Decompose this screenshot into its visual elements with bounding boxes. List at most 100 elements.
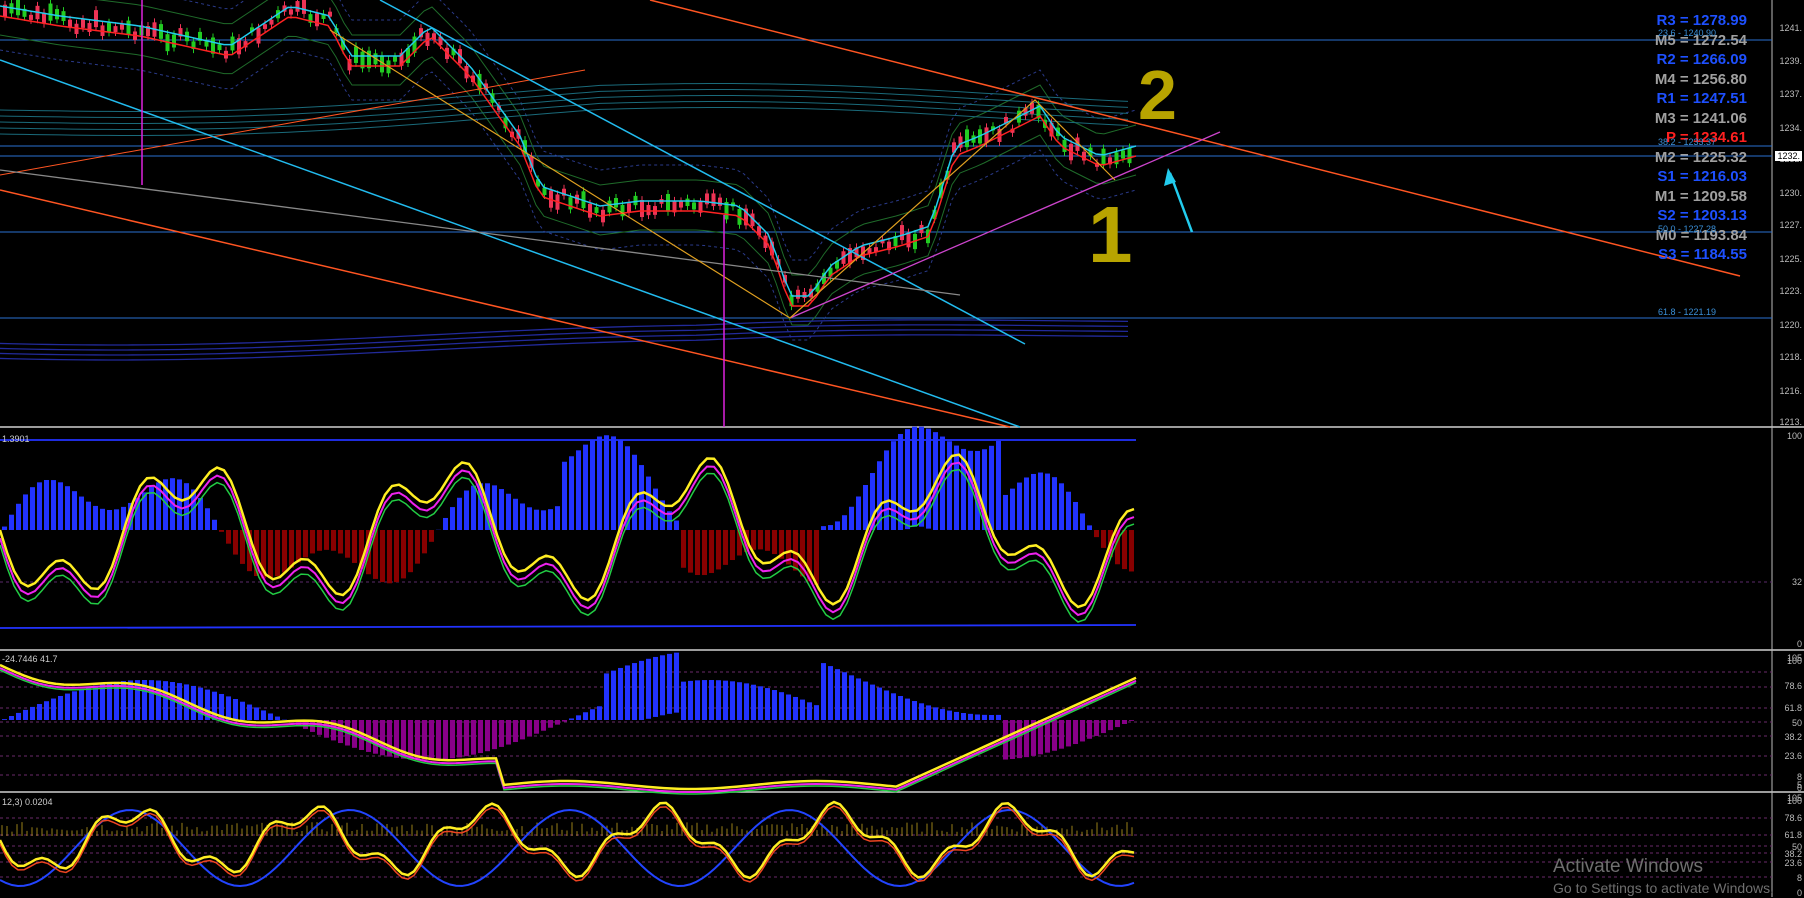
candle-body xyxy=(263,24,267,29)
osc1-histogram-bar xyxy=(324,530,329,550)
osc1-histogram-bar xyxy=(1066,492,1071,530)
osc2-histogram-bar xyxy=(772,690,777,720)
candle-body xyxy=(218,44,222,50)
osc1-histogram-bar xyxy=(457,498,462,530)
osc1-histogram-bar xyxy=(450,507,455,530)
watermark-title: Activate Windows xyxy=(1553,856,1703,878)
osc2-histogram-bar xyxy=(1101,720,1106,733)
osc1-histogram-bar xyxy=(345,530,350,558)
osc2-histogram-bar xyxy=(198,688,203,720)
osc1-histogram-bar xyxy=(1059,483,1064,530)
candle-body xyxy=(718,198,722,206)
osc2-histogram-bar xyxy=(744,683,749,720)
osc1-histogram-bar xyxy=(352,530,357,563)
pivot-level-label: M2 = 1225.32 xyxy=(1655,149,1747,166)
pivot-level-label: R2 = 1266.09 xyxy=(1657,51,1748,68)
osc1-histogram-bar xyxy=(51,480,56,530)
osc1-histogram-bar xyxy=(268,530,273,578)
osc1-histogram-bar xyxy=(233,530,238,555)
osc1-histogram-bar xyxy=(65,486,70,530)
osc2-histogram-bar xyxy=(268,713,273,720)
osc2-histogram-bar xyxy=(443,720,448,759)
candle-body xyxy=(627,203,631,212)
osc1-histogram-bar xyxy=(751,530,756,550)
osc1-histogram-bar xyxy=(709,530,714,573)
band-lower xyxy=(0,35,1136,325)
osc2-histogram-bar xyxy=(709,680,714,720)
candle-body xyxy=(679,201,683,207)
osc2-histogram-bar xyxy=(23,710,28,720)
osc1-histogram-bar xyxy=(905,429,910,529)
osc1-histogram-bar xyxy=(429,530,434,542)
candle-body xyxy=(107,23,111,33)
osc2-histogram-bar xyxy=(947,711,952,720)
osc2-axis-tick: 61.8 xyxy=(1784,703,1802,713)
osc1-histogram-bar xyxy=(723,530,728,565)
osc1-histogram-bar xyxy=(2,527,7,530)
osc1-histogram-bar xyxy=(996,441,1001,530)
osc2-histogram-bar xyxy=(807,702,812,720)
price-chart[interactable] xyxy=(0,0,1804,897)
chart-window[interactable]: 1241.1239.1237.1234.1232.1230.1227.1225.… xyxy=(0,0,1804,897)
osc1-histogram-bar xyxy=(408,530,413,572)
osc2-histogram-bar xyxy=(247,705,252,720)
osc2-histogram-bar xyxy=(842,672,847,720)
candle-body xyxy=(114,26,118,32)
osc2-histogram-bar xyxy=(611,671,616,720)
osc2-histogram-bar xyxy=(849,675,854,720)
osc2-histogram-bar xyxy=(478,720,483,753)
price-axis-tick: 1239. xyxy=(1779,56,1802,66)
osc1-histogram-bar xyxy=(1129,530,1134,571)
osc2-histogram-bar xyxy=(674,653,679,713)
osc1-histogram-bar xyxy=(1031,474,1036,530)
osc2-histogram-bar xyxy=(737,682,742,720)
osc2-histogram-bar xyxy=(919,703,924,720)
osc2-histogram-bar xyxy=(254,707,259,720)
osc1-histogram-bar xyxy=(835,521,840,530)
osc2-histogram-bar xyxy=(1080,720,1085,741)
osc2-histogram-bar xyxy=(1066,720,1071,746)
osc1-histogram-bar xyxy=(205,508,210,530)
osc2-histogram-bar xyxy=(926,705,931,720)
osc2-histogram-bar xyxy=(723,681,728,720)
candle-body xyxy=(965,129,969,147)
osc2-histogram-bar xyxy=(233,699,238,720)
osc1-histogram-bar xyxy=(387,530,392,583)
osc2-histogram-bar xyxy=(1094,720,1099,736)
candle-body xyxy=(686,199,690,206)
osc2-histogram-bar xyxy=(583,712,588,720)
candle-body xyxy=(29,15,33,20)
osc1-histogram-bar xyxy=(289,530,294,568)
osc2-histogram-bar xyxy=(562,720,567,722)
osc3-axis-tick: 8 xyxy=(1797,873,1802,883)
osc2-histogram-bar xyxy=(1087,720,1092,739)
candle-body xyxy=(634,196,638,205)
osc2-axis-tick: 50 xyxy=(1792,718,1802,728)
osc2-histogram-bar xyxy=(156,681,161,720)
osc2-histogram-bar xyxy=(695,680,700,720)
osc2-histogram-bar xyxy=(436,720,441,760)
osc1-histogram-bar xyxy=(695,530,700,575)
osc2-histogram-bar xyxy=(968,714,973,720)
osc2-histogram-bar xyxy=(534,720,539,734)
osc2-histogram-bar xyxy=(9,716,14,720)
osc1-histogram-bar xyxy=(23,494,28,530)
osc1-histogram-bar xyxy=(422,530,427,553)
osc2-histogram-bar xyxy=(51,699,56,720)
osc1-histogram-bar xyxy=(569,456,574,530)
osc2-histogram-bar xyxy=(989,715,994,720)
osc1-histogram-bar xyxy=(275,530,280,576)
osc2-histogram-bar xyxy=(667,654,672,714)
candle-body xyxy=(1063,140,1067,152)
osc2-histogram-bar xyxy=(1045,720,1050,753)
osc2-histogram-bar xyxy=(912,701,917,720)
osc2-histogram-bar xyxy=(632,663,637,720)
osc1-histogram-bar xyxy=(716,530,721,569)
osc1-axis-tick: 100 xyxy=(1787,431,1802,441)
candle-body xyxy=(985,127,989,143)
osc2-histogram-bar xyxy=(751,685,756,720)
candle-body xyxy=(55,9,59,19)
osc1-histogram-bar xyxy=(814,530,819,585)
osc1-histogram-bar xyxy=(37,482,42,530)
osc2-histogram-bar xyxy=(380,720,385,755)
